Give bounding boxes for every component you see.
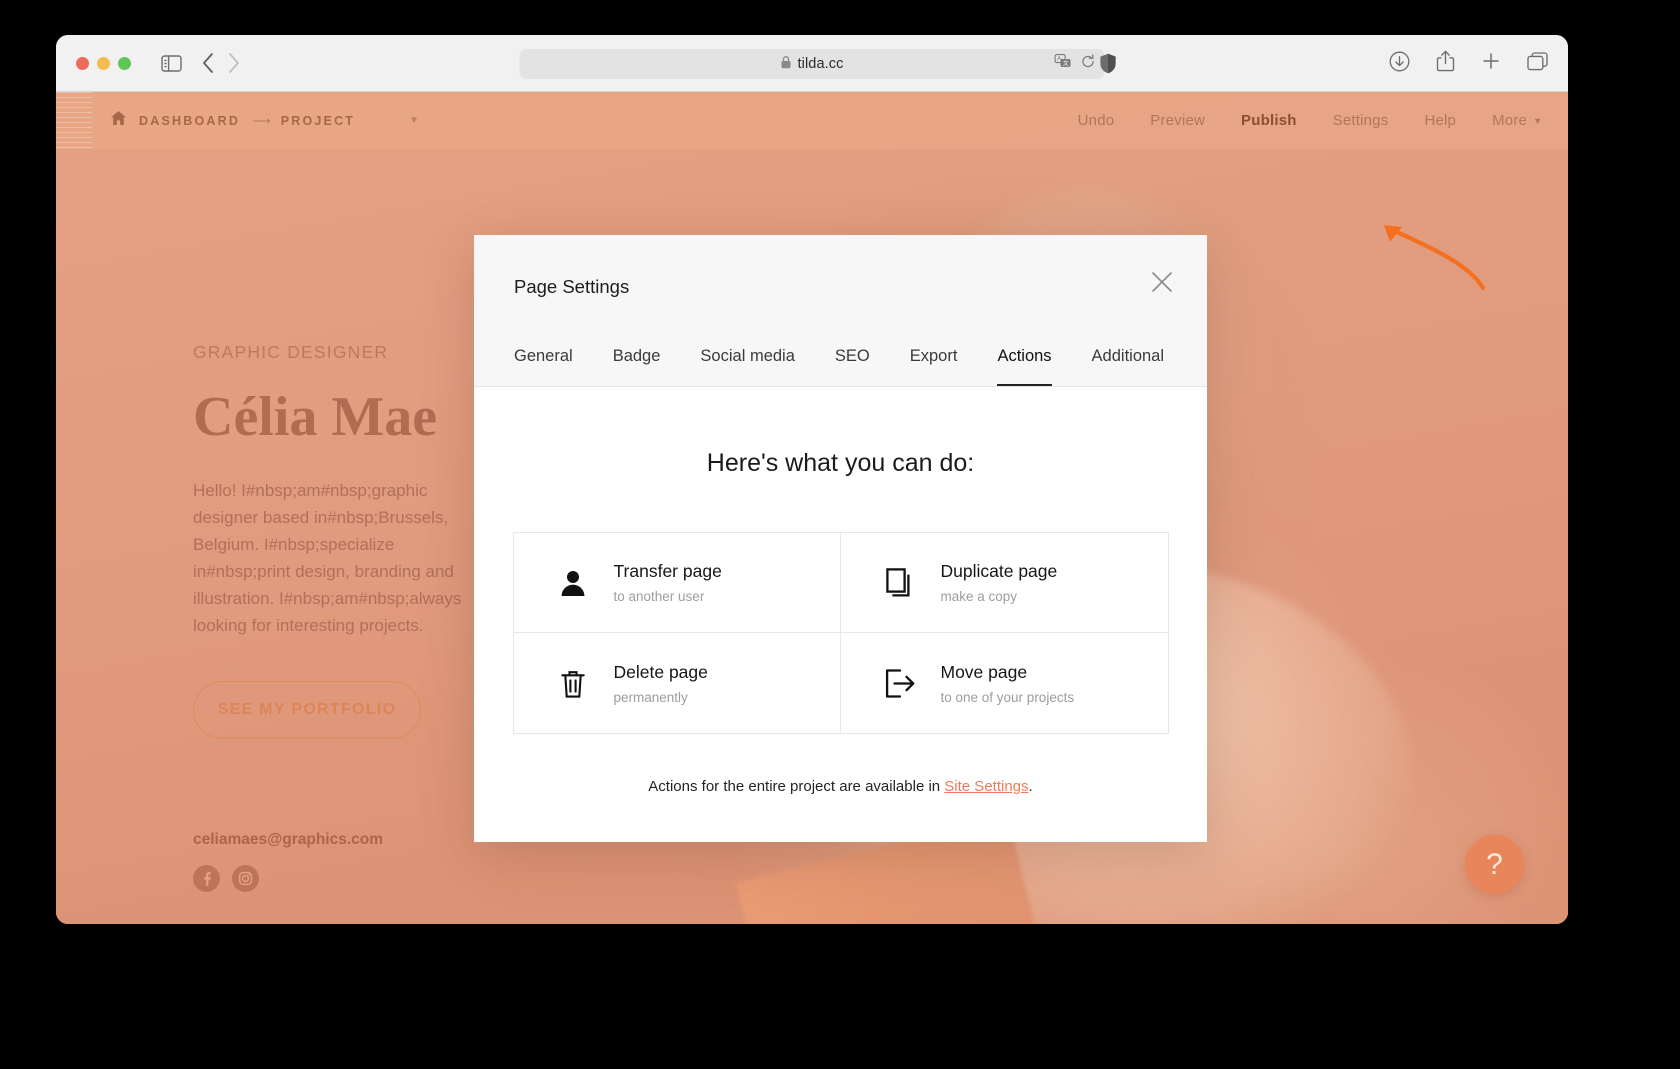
move-page-card[interactable]: Move page to one of your projects bbox=[841, 633, 1168, 733]
sidebar-icon[interactable] bbox=[161, 55, 182, 72]
action-subtitle: to one of your projects bbox=[941, 690, 1075, 705]
topbar-item-help[interactable]: Help bbox=[1424, 112, 1456, 129]
help-bubble-button[interactable]: ? bbox=[1465, 835, 1524, 894]
reload-icon[interactable] bbox=[1081, 54, 1096, 74]
move-out-icon bbox=[885, 669, 915, 698]
topbar-item-publish[interactable]: Publish bbox=[1241, 112, 1297, 129]
browser-toolbar: tilda.cc A 文 bbox=[56, 35, 1568, 92]
svg-text:文: 文 bbox=[1063, 59, 1069, 67]
breadcrumb-separator-icon: ⟶ bbox=[252, 113, 269, 129]
site-canvas: DASHBOARD ⟶ PROJECT ▼ Undo Preview Publi… bbox=[56, 92, 1568, 924]
editor-topbar: DASHBOARD ⟶ PROJECT ▼ Undo Preview Publi… bbox=[56, 92, 1568, 149]
modal-footer-prefix: Actions for the entire project are avail… bbox=[648, 778, 944, 795]
breadcrumb-project[interactable]: PROJECT bbox=[281, 114, 355, 128]
editor-topbar-menu: Undo Preview Publish Settings Help More … bbox=[1078, 92, 1542, 149]
modal-title: Page Settings bbox=[514, 276, 629, 298]
share-icon[interactable] bbox=[1436, 50, 1455, 77]
action-subtitle: make a copy bbox=[941, 589, 1058, 604]
see-my-portfolio-button[interactable]: SEE MY PORTFOLIO bbox=[193, 681, 421, 739]
actions-grid: Transfer page to another user Dup bbox=[513, 532, 1169, 734]
modal-header: Page Settings General Badge Social media… bbox=[474, 235, 1207, 387]
address-bar-url: tilda.cc bbox=[798, 56, 844, 72]
chevron-down-icon[interactable]: ▼ bbox=[409, 115, 419, 126]
tab-additional[interactable]: Additional bbox=[1092, 347, 1164, 386]
action-subtitle: to another user bbox=[614, 589, 722, 604]
tab-general[interactable]: General bbox=[514, 347, 573, 386]
modal-heading: Here's what you can do: bbox=[474, 449, 1207, 478]
topbar-item-undo[interactable]: Undo bbox=[1078, 112, 1115, 129]
instagram-icon[interactable] bbox=[232, 865, 259, 892]
lock-icon bbox=[781, 55, 792, 74]
action-title: Delete page bbox=[614, 662, 708, 683]
modal-footer-suffix: . bbox=[1029, 778, 1033, 795]
browser-toolbar-right bbox=[1389, 35, 1548, 92]
maximize-window-button[interactable] bbox=[118, 57, 131, 70]
tab-badge[interactable]: Badge bbox=[613, 347, 661, 386]
topbar-item-preview[interactable]: Preview bbox=[1150, 112, 1205, 129]
back-chevron-icon[interactable] bbox=[202, 53, 214, 73]
page-settings-modal: Page Settings General Badge Social media… bbox=[474, 235, 1207, 842]
tab-seo[interactable]: SEO bbox=[835, 347, 870, 386]
home-icon[interactable] bbox=[110, 110, 127, 131]
forward-chevron-icon[interactable] bbox=[228, 53, 240, 73]
address-bar[interactable]: tilda.cc A 文 bbox=[520, 49, 1105, 79]
topbar-item-more[interactable]: More bbox=[1492, 112, 1527, 129]
duplicate-icon bbox=[885, 568, 915, 597]
action-title: Duplicate page bbox=[941, 561, 1058, 582]
breadcrumb-dashboard[interactable]: DASHBOARD bbox=[139, 114, 240, 128]
browser-window: tilda.cc A 文 bbox=[56, 35, 1568, 924]
modal-tabs: General Badge Social media SEO Export Ac… bbox=[514, 347, 1204, 386]
tab-actions[interactable]: Actions bbox=[997, 347, 1051, 386]
chevron-down-icon[interactable]: ▼ bbox=[1533, 116, 1542, 126]
transfer-page-card[interactable]: Transfer page to another user bbox=[514, 533, 841, 633]
action-subtitle: permanently bbox=[614, 690, 708, 705]
translate-icon[interactable]: A 文 bbox=[1055, 54, 1072, 74]
hero-social-links bbox=[193, 865, 523, 892]
download-icon[interactable] bbox=[1389, 51, 1410, 77]
new-tab-icon[interactable] bbox=[1481, 51, 1501, 76]
duplicate-page-card[interactable]: Duplicate page make a copy bbox=[841, 533, 1168, 633]
site-settings-link[interactable]: Site Settings bbox=[944, 778, 1028, 795]
close-window-button[interactable] bbox=[76, 57, 89, 70]
minimize-window-button[interactable] bbox=[97, 57, 110, 70]
topbar-item-settings[interactable]: Settings bbox=[1333, 112, 1389, 129]
address-bar-actions: A 文 bbox=[1055, 49, 1096, 79]
modal-body: Here's what you can do: Transfer page to… bbox=[474, 387, 1207, 795]
breadcrumb: DASHBOARD ⟶ PROJECT ▼ bbox=[110, 110, 419, 131]
tab-social-media[interactable]: Social media bbox=[700, 347, 794, 386]
action-title: Move page bbox=[941, 662, 1075, 683]
topbar-texture bbox=[56, 92, 92, 149]
window-traffic-lights[interactable] bbox=[76, 57, 131, 70]
tab-export[interactable]: Export bbox=[910, 347, 958, 386]
delete-page-card[interactable]: Delete page permanently bbox=[514, 633, 841, 733]
hero-body-text: Hello! I#nbsp;am#nbsp;graphic designer b… bbox=[193, 477, 493, 639]
action-title: Transfer page bbox=[614, 561, 722, 582]
trash-icon bbox=[558, 669, 588, 698]
tab-overview-icon[interactable] bbox=[1527, 52, 1548, 76]
close-icon[interactable] bbox=[1145, 265, 1179, 299]
shield-icon[interactable] bbox=[1099, 53, 1117, 79]
user-icon bbox=[558, 569, 588, 596]
modal-footer: Actions for the entire project are avail… bbox=[474, 778, 1207, 795]
facebook-icon[interactable] bbox=[193, 865, 220, 892]
